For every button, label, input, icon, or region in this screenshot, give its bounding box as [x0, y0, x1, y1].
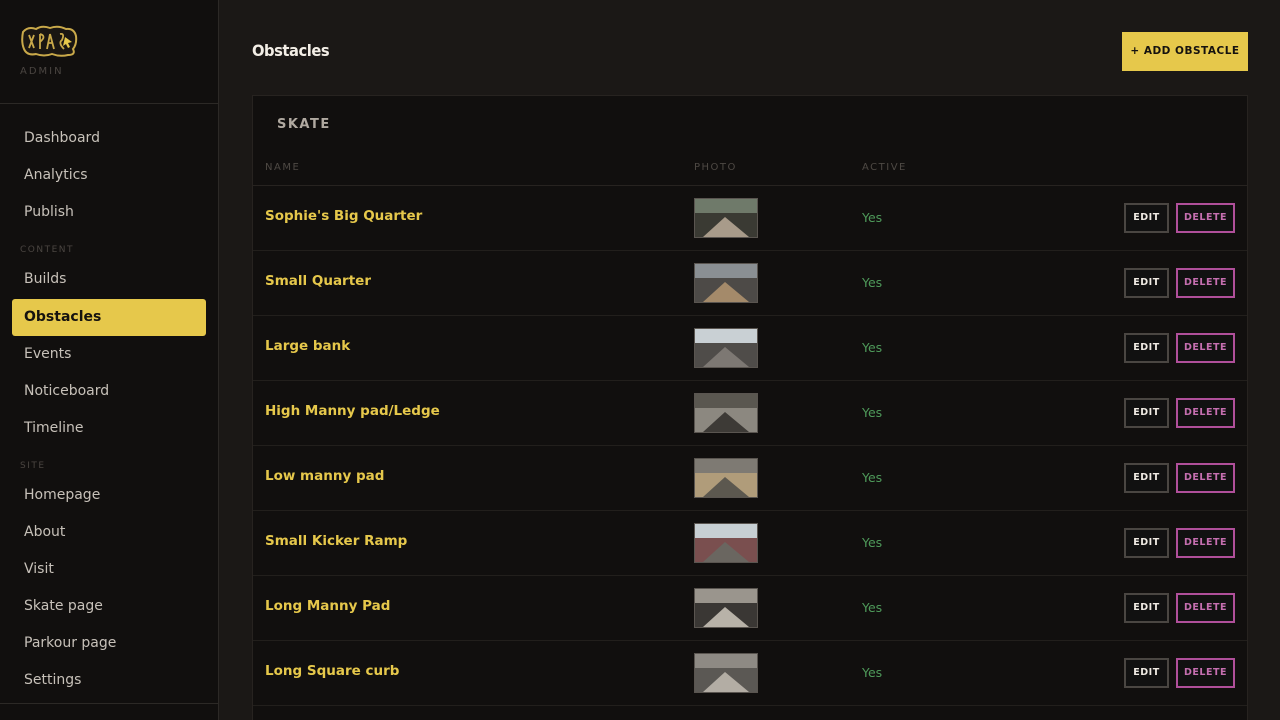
table-row: High Manny pad/Ledge Yes EDIT DELETE — [253, 381, 1247, 446]
active-status: Yes — [862, 405, 883, 420]
table-row: Sophie's Big Quarter Yes EDIT DELETE — [253, 186, 1247, 251]
obstacle-photo[interactable] — [694, 588, 758, 628]
photo-thumbnail — [695, 459, 757, 497]
obstacle-name[interactable]: Small Kicker Ramp — [265, 533, 407, 549]
admin-app: ADMIN Dashboard Analytics Publish CONTEN… — [0, 0, 1280, 720]
sidebar-item-parkour-page[interactable]: Parkour page — [12, 625, 206, 662]
sidebar-item-dashboard[interactable]: Dashboard — [12, 120, 206, 157]
section-label-site: SITE — [20, 461, 46, 471]
sidebar-item-homepage[interactable]: Homepage — [12, 477, 206, 514]
sidebar-item-events[interactable]: Events — [12, 336, 206, 373]
edit-button[interactable]: EDIT — [1124, 268, 1169, 298]
table-row: Low manny pad Yes EDIT DELETE — [253, 446, 1247, 511]
section-label-content: CONTENT — [20, 245, 75, 255]
active-status: Yes — [862, 275, 883, 290]
sidebar-item-visit[interactable]: Visit — [12, 551, 206, 588]
obstacle-name[interactable]: Sophie's Big Quarter — [265, 208, 422, 224]
sidebar-divider — [0, 703, 219, 704]
table-row: Long Square curb Yes EDIT DELETE — [253, 641, 1247, 706]
table-row: Long Manny Pad Yes EDIT DELETE — [253, 576, 1247, 641]
edit-button[interactable]: EDIT — [1124, 593, 1169, 623]
photo-thumbnail — [695, 589, 757, 627]
obstacle-name[interactable]: Long Square curb — [265, 663, 399, 679]
active-status: Yes — [862, 470, 883, 485]
edit-button[interactable]: EDIT — [1124, 463, 1169, 493]
edit-button[interactable]: EDIT — [1124, 528, 1169, 558]
add-obstacle-button[interactable]: + ADD OBSTACLE — [1122, 32, 1248, 71]
delete-button[interactable]: DELETE — [1176, 398, 1235, 428]
photo-thumbnail — [695, 394, 757, 432]
active-status: Yes — [862, 340, 883, 355]
sidebar-item-skate-page[interactable]: Skate page — [12, 588, 206, 625]
active-status: Yes — [862, 600, 883, 615]
delete-button[interactable]: DELETE — [1176, 268, 1235, 298]
sidebar-item-noticeboard[interactable]: Noticeboard — [12, 373, 206, 410]
sidebar-item-settings[interactable]: Settings — [12, 662, 206, 699]
obstacle-photo[interactable] — [694, 523, 758, 563]
delete-button[interactable]: DELETE — [1176, 593, 1235, 623]
delete-button[interactable]: DELETE — [1176, 333, 1235, 363]
edit-button[interactable]: EDIT — [1124, 203, 1169, 233]
obstacle-name[interactable]: Long Manny Pad — [265, 598, 390, 614]
brand: ADMIN — [0, 0, 218, 104]
delete-button[interactable]: DELETE — [1176, 463, 1235, 493]
sidebar: ADMIN Dashboard Analytics Publish CONTEN… — [0, 0, 219, 720]
photo-thumbnail — [695, 329, 757, 367]
obstacle-name[interactable]: High Manny pad/Ledge — [265, 403, 440, 419]
brand-logo[interactable] — [20, 24, 78, 58]
photo-thumbnail — [695, 264, 757, 302]
sidebar-item-analytics[interactable]: Analytics — [12, 157, 206, 194]
active-status: Yes — [862, 535, 883, 550]
column-header-photo: PHOTO — [694, 162, 737, 173]
delete-button[interactable]: DELETE — [1176, 528, 1235, 558]
delete-button[interactable]: DELETE — [1176, 658, 1235, 688]
edit-button[interactable]: EDIT — [1124, 658, 1169, 688]
obstacle-name[interactable]: Large bank — [265, 338, 350, 354]
brand-subtitle: ADMIN — [20, 66, 64, 77]
delete-button[interactable]: DELETE — [1176, 203, 1235, 233]
obstacle-name[interactable]: Low manny pad — [265, 468, 384, 484]
active-status: Yes — [862, 665, 883, 680]
active-status: Yes — [862, 210, 883, 225]
obstacle-photo[interactable] — [694, 328, 758, 368]
photo-thumbnail — [695, 524, 757, 562]
sidebar-item-builds[interactable]: Builds — [12, 261, 206, 298]
column-header-name: NAME — [265, 162, 301, 173]
column-header-active: ACTIVE — [862, 162, 907, 173]
panel-title: SKATE — [277, 117, 331, 132]
obstacle-name[interactable]: Small Quarter — [265, 273, 371, 289]
obstacle-photo[interactable] — [694, 263, 758, 303]
table-row: Small Kicker Ramp Yes EDIT DELETE — [253, 511, 1247, 576]
table-row: Large bank Yes EDIT DELETE — [253, 316, 1247, 381]
sidebar-item-obstacles[interactable]: Obstacles — [12, 299, 206, 336]
photo-thumbnail — [695, 199, 757, 237]
sidebar-item-about[interactable]: About — [12, 514, 206, 551]
edit-button[interactable]: EDIT — [1124, 398, 1169, 428]
table-row: Small Quarter Yes EDIT DELETE — [253, 251, 1247, 316]
obstacle-photo[interactable] — [694, 393, 758, 433]
sidebar-item-publish[interactable]: Publish — [12, 194, 206, 231]
obstacles-panel: SKATE NAME PHOTO ACTIVE Sophie's Big Qua… — [252, 95, 1248, 720]
obstacle-photo[interactable] — [694, 458, 758, 498]
sidebar-item-timeline[interactable]: Timeline — [12, 410, 206, 447]
page-title: Obstacles — [252, 41, 330, 60]
obstacle-photo[interactable] — [694, 653, 758, 693]
edit-button[interactable]: EDIT — [1124, 333, 1169, 363]
photo-thumbnail — [695, 654, 757, 692]
obstacle-photo[interactable] — [694, 198, 758, 238]
